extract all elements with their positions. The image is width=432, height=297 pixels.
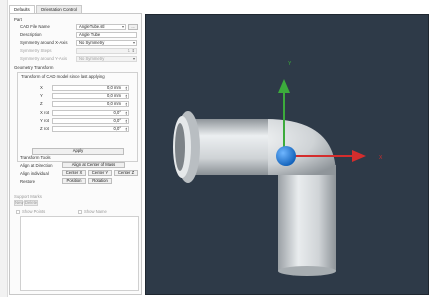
- restore-label: Restore: [20, 179, 36, 184]
- show-name-label: Show Name: [84, 209, 107, 214]
- symmetry-y-value: No Symmetry: [79, 56, 105, 61]
- description-label: Description: [20, 32, 42, 37]
- tools-section-label: Transform Tools: [20, 155, 51, 160]
- chevron-down-icon: ▾: [132, 56, 135, 61]
- symmetry-steps-field[interactable]: 1 ⇕: [76, 48, 137, 54]
- spin-arrows-icon[interactable]: ▴ ▾: [125, 94, 127, 99]
- checkbox-icon: [16, 210, 20, 214]
- center-x-button[interactable]: Center X: [62, 170, 86, 176]
- delete-mark-button[interactable]: Delete: [24, 200, 38, 206]
- center-y-button[interactable]: Center Y: [88, 170, 112, 176]
- chevron-down-icon: ▾: [121, 24, 124, 29]
- y-label: Y: [40, 93, 43, 98]
- restore-rotation-button[interactable]: Rotation: [88, 178, 112, 184]
- show-name-checkbox[interactable]: Show Name: [78, 209, 107, 214]
- y-value: 0,0 mm: [107, 93, 121, 98]
- y-rot-input[interactable]: 0,0° ▴ ▾: [52, 118, 129, 124]
- x-rot-input[interactable]: 0,0° ▴ ▾: [52, 110, 129, 116]
- x-value: 0,0 mm: [107, 85, 121, 90]
- symmetry-x-label: Symmetry around X-Axis: [20, 40, 68, 45]
- y-axis-arrowhead: [278, 79, 290, 93]
- browse-button[interactable]: ...: [128, 24, 138, 30]
- z-label: Z: [40, 101, 43, 106]
- angle-tube-model[interactable]: [173, 111, 336, 276]
- tube-vertical-leg: [278, 165, 336, 271]
- y-axis-label: Y: [288, 61, 292, 67]
- transform-group-title: Transform of CAD model since last applyi…: [21, 74, 105, 79]
- x-label: X: [40, 85, 43, 90]
- show-points-label: Show Points: [22, 209, 46, 214]
- center-z-button[interactable]: Center Z: [114, 170, 138, 176]
- symmetry-y-label: Symmetry around Y-Axis: [20, 56, 68, 61]
- geometry-section-label: Geometry Transform: [14, 65, 54, 70]
- chevron-down-icon: ▾: [132, 40, 135, 45]
- cad-file-value: AngleTube.stl: [79, 24, 105, 29]
- spin-arrows-icon[interactable]: ▴ ▾: [125, 119, 127, 124]
- spin-arrows-icon[interactable]: ▴ ▾: [125, 127, 127, 132]
- transform-groupbox: Transform of CAD model since last applyi…: [17, 72, 138, 162]
- symmetry-steps-label: Symmetry Steps: [20, 48, 52, 53]
- cad-file-label: CAD File Name: [20, 24, 50, 29]
- part-section-label: Part: [14, 17, 22, 22]
- x-axis-label: X: [379, 155, 383, 161]
- origin-marker[interactable]: [276, 146, 296, 166]
- y-rot-value: 0,0°: [113, 118, 122, 123]
- x-input[interactable]: 0,0 mm ▴ ▾: [52, 85, 129, 91]
- show-points-checkbox[interactable]: Show Points: [16, 209, 45, 214]
- symmetry-y-select[interactable]: No Symmetry ▾: [76, 56, 137, 62]
- symmetry-x-value: No Symmetry: [79, 40, 105, 45]
- support-section-label: Support Marks: [14, 194, 42, 199]
- left-toolbar-strip: [0, 0, 8, 297]
- align-direction-label: Align at Direction: [20, 163, 53, 168]
- viewport-scene: Y X: [173, 61, 383, 276]
- z-rot-input[interactable]: 0,0° ▴ ▾: [52, 126, 129, 132]
- symmetry-x-select[interactable]: No Symmetry ▾: [76, 40, 137, 46]
- apply-button[interactable]: Apply: [32, 148, 124, 155]
- checkbox-icon: [78, 210, 82, 214]
- new-mark-button[interactable]: New: [14, 200, 23, 206]
- z-rot-label: Z rot: [40, 126, 49, 131]
- align-center-mass-button[interactable]: Align at Center of Mass: [62, 162, 125, 168]
- description-field[interactable]: Angle Tube: [76, 32, 137, 38]
- spin-arrows-icon: ⇕: [131, 48, 135, 53]
- z-rot-value: 0,0°: [113, 126, 122, 131]
- x-axis-arrowhead: [352, 150, 366, 162]
- tube-bottom-rim: [278, 266, 336, 276]
- cad-file-select[interactable]: AngleTube.stl ▾: [76, 24, 126, 30]
- tube-opening: [175, 123, 185, 171]
- spin-arrows-icon[interactable]: ▴ ▾: [125, 111, 127, 116]
- y-rot-label: Y rot: [40, 118, 49, 123]
- align-individual-label: Align individual: [20, 171, 49, 176]
- y-input[interactable]: 0,0 mm ▴ ▾: [52, 93, 129, 99]
- x-rot-value: 0,0°: [113, 110, 122, 115]
- z-value: 0,0 mm: [107, 101, 121, 106]
- settings-panel: Part CAD File Name AngleTube.stl ▾ ... D…: [9, 13, 142, 295]
- spin-arrows-icon[interactable]: ▴ ▾: [125, 102, 127, 107]
- restore-position-button[interactable]: Position: [62, 178, 86, 184]
- symmetry-steps-value: 1: [127, 48, 130, 53]
- x-rot-label: X rot: [40, 110, 50, 115]
- 3d-viewport[interactable]: Y X: [145, 14, 429, 295]
- z-input[interactable]: 0,0 mm ▴ ▾: [52, 101, 129, 107]
- support-marks-list[interactable]: [20, 216, 139, 291]
- spin-arrows-icon[interactable]: ▴ ▾: [125, 86, 127, 91]
